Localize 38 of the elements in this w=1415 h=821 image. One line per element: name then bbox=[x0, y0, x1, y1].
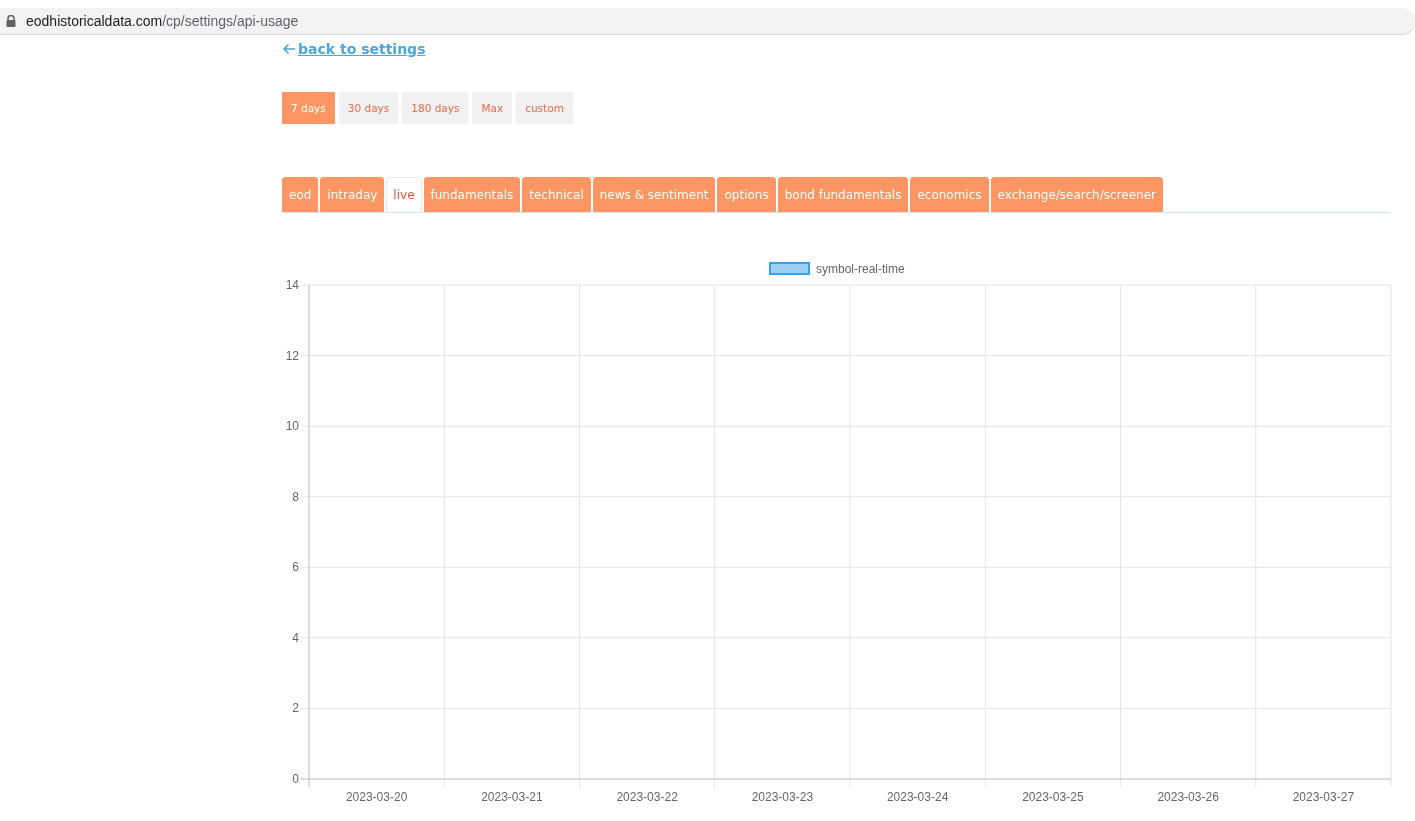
y-tick-label: 2 bbox=[292, 701, 299, 716]
range-button[interactable]: 180 days bbox=[402, 92, 469, 124]
tab[interactable]: eod bbox=[282, 177, 319, 212]
url-text: eodhistoricaldata.com/cp/settings/api-usage bbox=[26, 13, 299, 29]
y-tick-label: 14 bbox=[285, 278, 299, 292]
tab[interactable]: intraday bbox=[320, 177, 385, 212]
x-tick-label: 2023-03-26 bbox=[1157, 790, 1219, 804]
x-tick-label: 2023-03-21 bbox=[481, 790, 543, 804]
y-tick-label: 6 bbox=[292, 560, 299, 575]
y-tick-label: 0 bbox=[292, 772, 299, 786]
y-tick-label: 8 bbox=[292, 489, 299, 504]
tab[interactable]: exchange/search/screener bbox=[990, 177, 1163, 212]
x-tick-label: 2023-03-24 bbox=[886, 790, 949, 804]
y-tick-label: 12 bbox=[285, 348, 299, 363]
tab[interactable]: live bbox=[386, 177, 422, 212]
y-tick-label: 10 bbox=[285, 419, 299, 434]
tab[interactable]: options bbox=[717, 177, 776, 212]
y-tick-label: 4 bbox=[292, 630, 299, 645]
arrow-left-icon bbox=[282, 43, 296, 55]
tab[interactable]: bond fundamentals bbox=[777, 177, 909, 212]
lock-icon bbox=[6, 15, 16, 27]
range-button[interactable]: custom bbox=[516, 92, 573, 124]
range-button[interactable]: 7 days bbox=[282, 92, 335, 124]
x-tick-label: 2023-03-22 bbox=[616, 790, 678, 804]
legend-swatch bbox=[769, 262, 810, 275]
tab[interactable]: technical bbox=[522, 177, 591, 212]
back-link[interactable]: back to settings bbox=[282, 41, 426, 57]
x-tick-label: 2023-03-27 bbox=[1292, 790, 1355, 804]
tab[interactable]: news & sentiment bbox=[592, 177, 716, 212]
tab[interactable]: fundamentals bbox=[423, 177, 521, 212]
legend-label: symbol-real-time bbox=[816, 262, 905, 276]
address-bar[interactable]: eodhistoricaldata.com/cp/settings/api-usage bbox=[0, 8, 1415, 35]
tab[interactable]: economics bbox=[910, 177, 989, 212]
x-tick-label: 2023-03-23 bbox=[751, 790, 814, 804]
x-tick-label: 2023-03-25 bbox=[1022, 790, 1084, 804]
range-button[interactable]: Max bbox=[472, 92, 513, 124]
x-tick-label: 2023-03-20 bbox=[345, 790, 408, 804]
range-button[interactable]: 30 days bbox=[338, 92, 399, 124]
